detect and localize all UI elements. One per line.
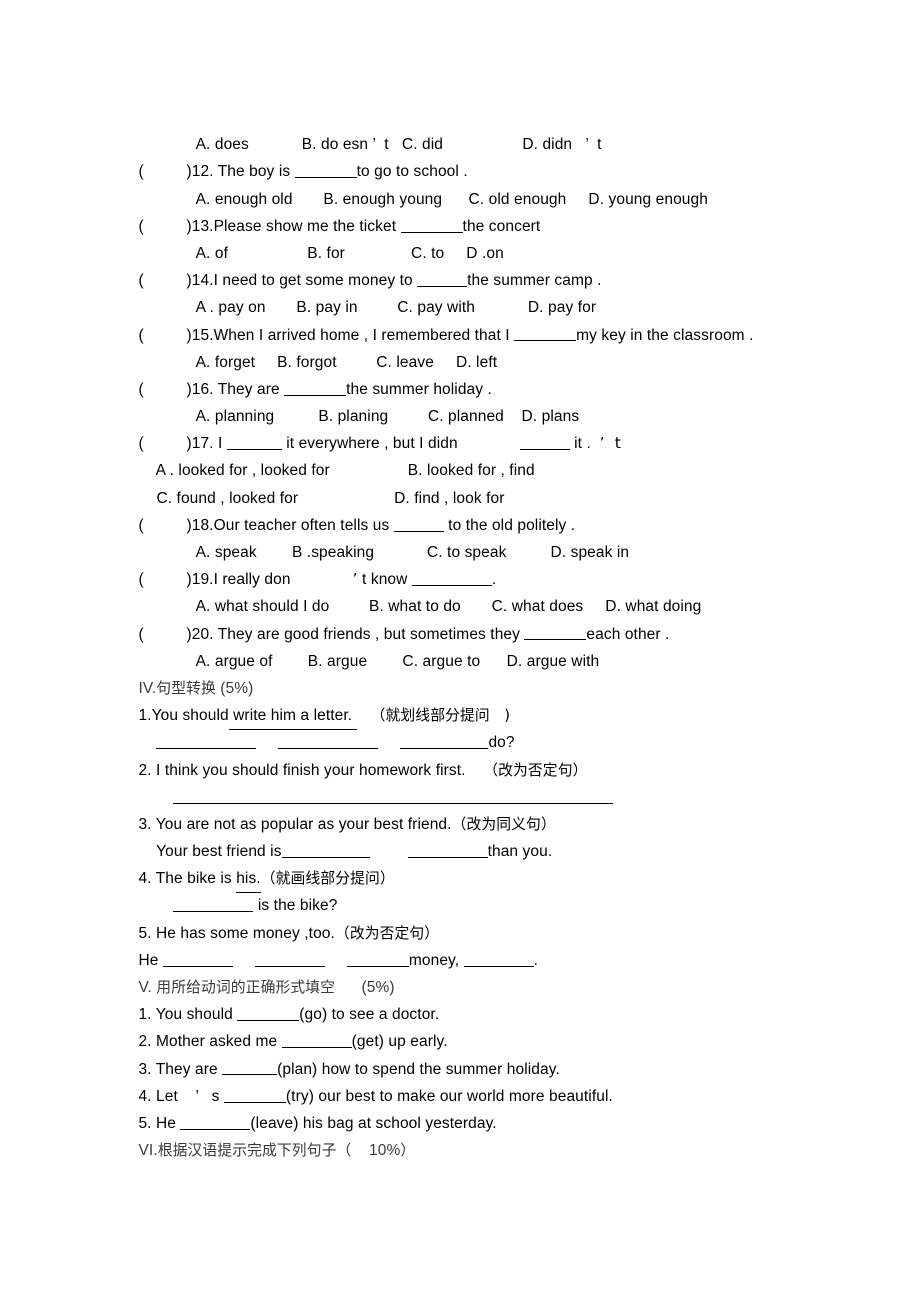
section-iv-item-1: 1.You should write him a letter. （就划线部分提… [112,675,812,731]
section-iv-item-3: 3. You are not as popular as your best f… [112,784,812,833]
question-12-stem: ()12. The boy is to go to school . [112,131,812,180]
section-iv-item-3-answer: Your best friend is than you. [112,811,812,860]
section-v-heading: V. 用所给动词的正确形式填空 (5%) [112,947,812,996]
section-iv-item-5: 5. He has some money ,too.（改为否定句） [112,892,812,942]
section-v-item-1: 1. You should (go) to see a doctor. [112,974,812,1023]
section-iv-item-4: 4. The bike is his.（就画线部分提问） [112,838,812,894]
section-vi-heading: VI.根据汉语提示完成下列句子（ 10%） [112,1110,812,1159]
question-19-options: A. what should I do B. what to do C. wha… [112,566,812,615]
section-iv-item-1-answer: do? [112,702,812,751]
section-iv-item-2-answer [112,757,812,804]
question-14-options: A . pay on B. pay in C. pay with D. pay … [112,267,812,316]
section-iv-item-5-answer: He money, . [112,920,812,969]
section-v-item-4: 4. Let ’ s (try) our best to make our wo… [112,1056,812,1105]
question-16-stem: ()16. They are the summer holiday . [112,349,812,398]
question-16-options: A. planning B. planing C. planned D. pla… [112,376,812,425]
section-title-cn: 根据汉语提示完成下列句子（ [157,1142,352,1160]
question-17-options-row-2: C. found , looked for D. find , look for [112,457,812,507]
section-v-item-5: 5. He (leave) his bag at school yesterda… [112,1083,812,1132]
section-iv-heading: IV.句型转换 (5%) [112,648,812,697]
section-v-item-2: 2. Mother asked me (get) up early. [112,1001,812,1050]
question-12-options: A. enough old B. enough young C. old eno… [112,158,812,208]
question-20-stem: ()20. They are good friends , but someti… [112,593,812,643]
question-18-stem: ()18.Our teacher often tells us to the o… [112,485,812,534]
question-13-options: A. of B. for C. to D .on [112,213,812,262]
question-14-stem: ()14.I need to get some money to the sum… [112,240,812,289]
question-15-stem: ()15.When I arrived home , I remembered … [112,294,812,344]
question-18-options: A. speak B .speaking C. to speak D. spea… [112,512,812,561]
worksheet-body: A. does B. do esn ’ t C. did D. didn ’ t… [112,104,812,1159]
section-iv-item-2: 2. I think you should finish your homewo… [112,729,812,779]
worksheet-page: A. does B. do esn ’ t C. did D. didn ’ t… [0,0,920,1301]
section-score-paren: ） [400,1142,416,1160]
section-numeral: VI. [138,1142,158,1160]
question-15-options: A. forget B. forgot C. leave D. left [112,322,812,371]
section-v-item-3: 3. They are (plan) how to spend the summ… [112,1028,812,1078]
question-20-options: A. argue of B. argue C. argue to D. argu… [112,621,812,670]
section-score: 10% [351,1142,401,1160]
question-17-stem: ()17. I it everywhere , but I didn it . … [112,403,812,452]
question-17-options-row-1: A . looked for , looked for B. looked for… [112,430,812,479]
question-13-stem: ()13.Please show me the ticket the conce… [112,186,812,235]
section-iv-item-4-answer: is the bike? [112,865,812,914]
question-11-options: A. does B. do esn ’ t C. did D. didn ’ t [112,104,812,153]
question-19-stem: ()19.I really don’ t know . [112,539,812,588]
